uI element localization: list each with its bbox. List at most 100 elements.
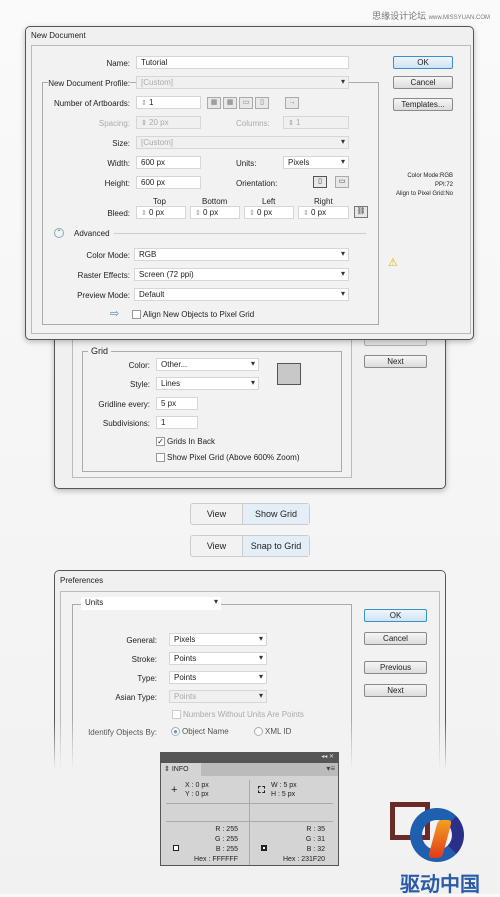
subdivisions-input[interactable]: 1 (156, 416, 198, 429)
stroke-select[interactable]: Points (169, 652, 267, 665)
grids-in-back-label: Grids In Back (167, 437, 216, 446)
show-pixel-grid-checkbox[interactable]: Show Pixel Grid (Above 600% Zoom) (156, 453, 300, 463)
link-bleed-icon[interactable]: ⛓ (354, 206, 368, 218)
color-label: Color: (128, 361, 150, 370)
info-panel: ◂◂ ✕ ⇕ INFO ▾≡ + X : 0 px Y : 0 px W : 5 … (160, 752, 339, 866)
menu-item-snap-to-grid[interactable]: Snap to Grid (242, 536, 309, 556)
bleed-left-label: Left (262, 197, 276, 206)
size-select[interactable]: [Custom] (136, 136, 349, 149)
size-label: Size: (112, 139, 130, 148)
grids-in-back-checkbox[interactable]: ✓ Grids In Back (156, 437, 216, 447)
raster-effects-label: Raster Effects: (77, 271, 130, 280)
watermark-url: www.MISSYUAN.COM (428, 15, 490, 21)
profile-select[interactable]: [Custom] (136, 76, 349, 89)
color-mode-select[interactable]: RGB (134, 248, 349, 261)
units-select[interactable]: Pixels (283, 156, 349, 169)
grid-group-label: Grid (88, 346, 112, 356)
identify-objects-label: Identify Objects By: (88, 728, 157, 737)
numbers-without-units-checkbox[interactable]: Numbers Without Units Are Points (172, 710, 304, 720)
h-readout: H : 5 px (271, 791, 296, 798)
numbers-without-units-label: Numbers Without Units Are Points (183, 710, 304, 719)
templates-button[interactable]: Templates... (393, 98, 453, 111)
bleed-right-input[interactable]: ⇕ 0 px (298, 206, 349, 219)
type-label: Type: (137, 674, 157, 683)
menu-item-show-grid[interactable]: Show Grid (242, 504, 309, 524)
radio-xml-id[interactable]: XML ID (254, 727, 292, 737)
ok-button[interactable]: OK (364, 609, 427, 622)
next-button[interactable]: Next (364, 684, 427, 697)
artboards-input[interactable]: ⇕ 1 (136, 96, 201, 109)
fill-swatch-icon (173, 845, 179, 851)
grid-by-column-icon[interactable]: ▦ (223, 97, 237, 109)
grid-preferences-dialog: Grid Next Color: Other... Style: Lines G… (54, 320, 446, 489)
height-input[interactable]: 600 px (136, 176, 201, 189)
preferences-dialog: Preferences Units OK Cancel Previous Nex… (54, 570, 446, 774)
preview-mode-select[interactable]: Default (134, 288, 349, 301)
close-icon[interactable]: ✕ (329, 754, 334, 760)
logo: 驱动中国 (385, 800, 495, 896)
preview-mode-label: Preview Mode: (77, 291, 130, 300)
panel-menu-icon[interactable]: ▾≡ (326, 764, 335, 773)
menu-path-snap-to-grid: View Snap to Grid (190, 535, 310, 557)
bleed-left-input[interactable]: ⇕ 0 px (244, 206, 294, 219)
raster-effects-select[interactable]: Screen (72 ppi) (134, 268, 349, 281)
width-label: Width: (107, 159, 130, 168)
align-pixel-grid-checkbox[interactable]: Align New Objects to Pixel Grid (132, 310, 254, 320)
change-layout-icon[interactable]: → (285, 97, 299, 109)
menu-path-show-grid: View Show Grid (190, 503, 310, 525)
previous-button[interactable]: Previous (364, 661, 427, 674)
ok-button[interactable]: OK (393, 56, 453, 69)
type-select[interactable]: Points (169, 671, 267, 684)
y-readout: Y : 0 px (185, 791, 209, 798)
radio-object-name[interactable]: ● Object Name (171, 727, 229, 737)
name-input[interactable]: Tutorial (136, 56, 349, 69)
units-label: Units: (236, 159, 257, 168)
asian-type-select[interactable]: Points (169, 690, 267, 703)
logo-text: 驱动中国 (400, 874, 480, 896)
radio-object-name-label: Object Name (182, 727, 229, 736)
dialog-title: New Document (31, 31, 86, 40)
section-select[interactable]: Units (81, 597, 221, 610)
grid-by-row-icon[interactable]: ▦ (207, 97, 221, 109)
bleed-bottom-label: Bottom (202, 197, 228, 206)
gridline-input[interactable]: 5 px (156, 397, 198, 410)
grid-color-swatch[interactable] (277, 363, 301, 385)
watermark-cn: 思缘设计论坛 (372, 11, 427, 21)
name-label: Name: (106, 59, 130, 68)
general-label: General: (126, 636, 157, 645)
collapse-icon[interactable]: ◂◂ (321, 754, 327, 760)
general-select[interactable]: Pixels (169, 633, 267, 646)
panel-header: ◂◂ ✕ (161, 753, 338, 763)
tab-info[interactable]: ⇕ INFO (161, 763, 201, 776)
grid-style-select[interactable]: Lines (156, 377, 259, 390)
grid-color-select[interactable]: Other... (156, 358, 259, 371)
spacing-input[interactable]: ⇕ 20 px (136, 116, 201, 129)
new-document-dialog: New Document Name: Tutorial New Document… (25, 26, 474, 340)
document-summary: Color Mode:RGB PPI:72 Align to Pixel Grid:… (395, 173, 453, 197)
portrait-icon[interactable]: ▯ (313, 176, 327, 188)
warning-icon: ⚠ (388, 257, 398, 269)
radio-xml-id-label: XML ID (265, 727, 292, 736)
bleed-bottom-input[interactable]: ⇕ 0 px (190, 206, 240, 219)
menu-view[interactable]: View (191, 536, 242, 556)
arrange-by-row-icon[interactable]: ▭ (239, 97, 253, 109)
divider (114, 233, 366, 234)
bleed-right-label: Right (314, 197, 333, 206)
artboards-label: Number of Artboards: (53, 99, 130, 108)
watermark: 思缘设计论坛 www.MISSYUAN.COM (372, 9, 490, 22)
cancel-button[interactable]: Cancel (364, 632, 427, 645)
width-input[interactable]: 600 px (136, 156, 201, 169)
next-button[interactable]: Next (364, 355, 427, 368)
columns-input[interactable]: ⇕ 1 (283, 116, 349, 129)
asian-type-label: Asian Type: (115, 693, 157, 702)
arrange-by-column-icon[interactable]: ▯ (255, 97, 269, 109)
cancel-button[interactable]: Cancel (393, 76, 453, 89)
dialog-title: Preferences (60, 576, 104, 585)
advanced-label: Advanced (74, 229, 110, 238)
landscape-icon[interactable]: ▭ (335, 176, 349, 188)
bleed-top-input[interactable]: ⇕ 0 px (136, 206, 186, 219)
collapse-advanced-icon[interactable]: ⌃ (54, 228, 64, 238)
profile-label: New Document Profile: (48, 79, 130, 88)
menu-view[interactable]: View (191, 504, 242, 524)
x-readout: X : 0 px (185, 782, 209, 789)
